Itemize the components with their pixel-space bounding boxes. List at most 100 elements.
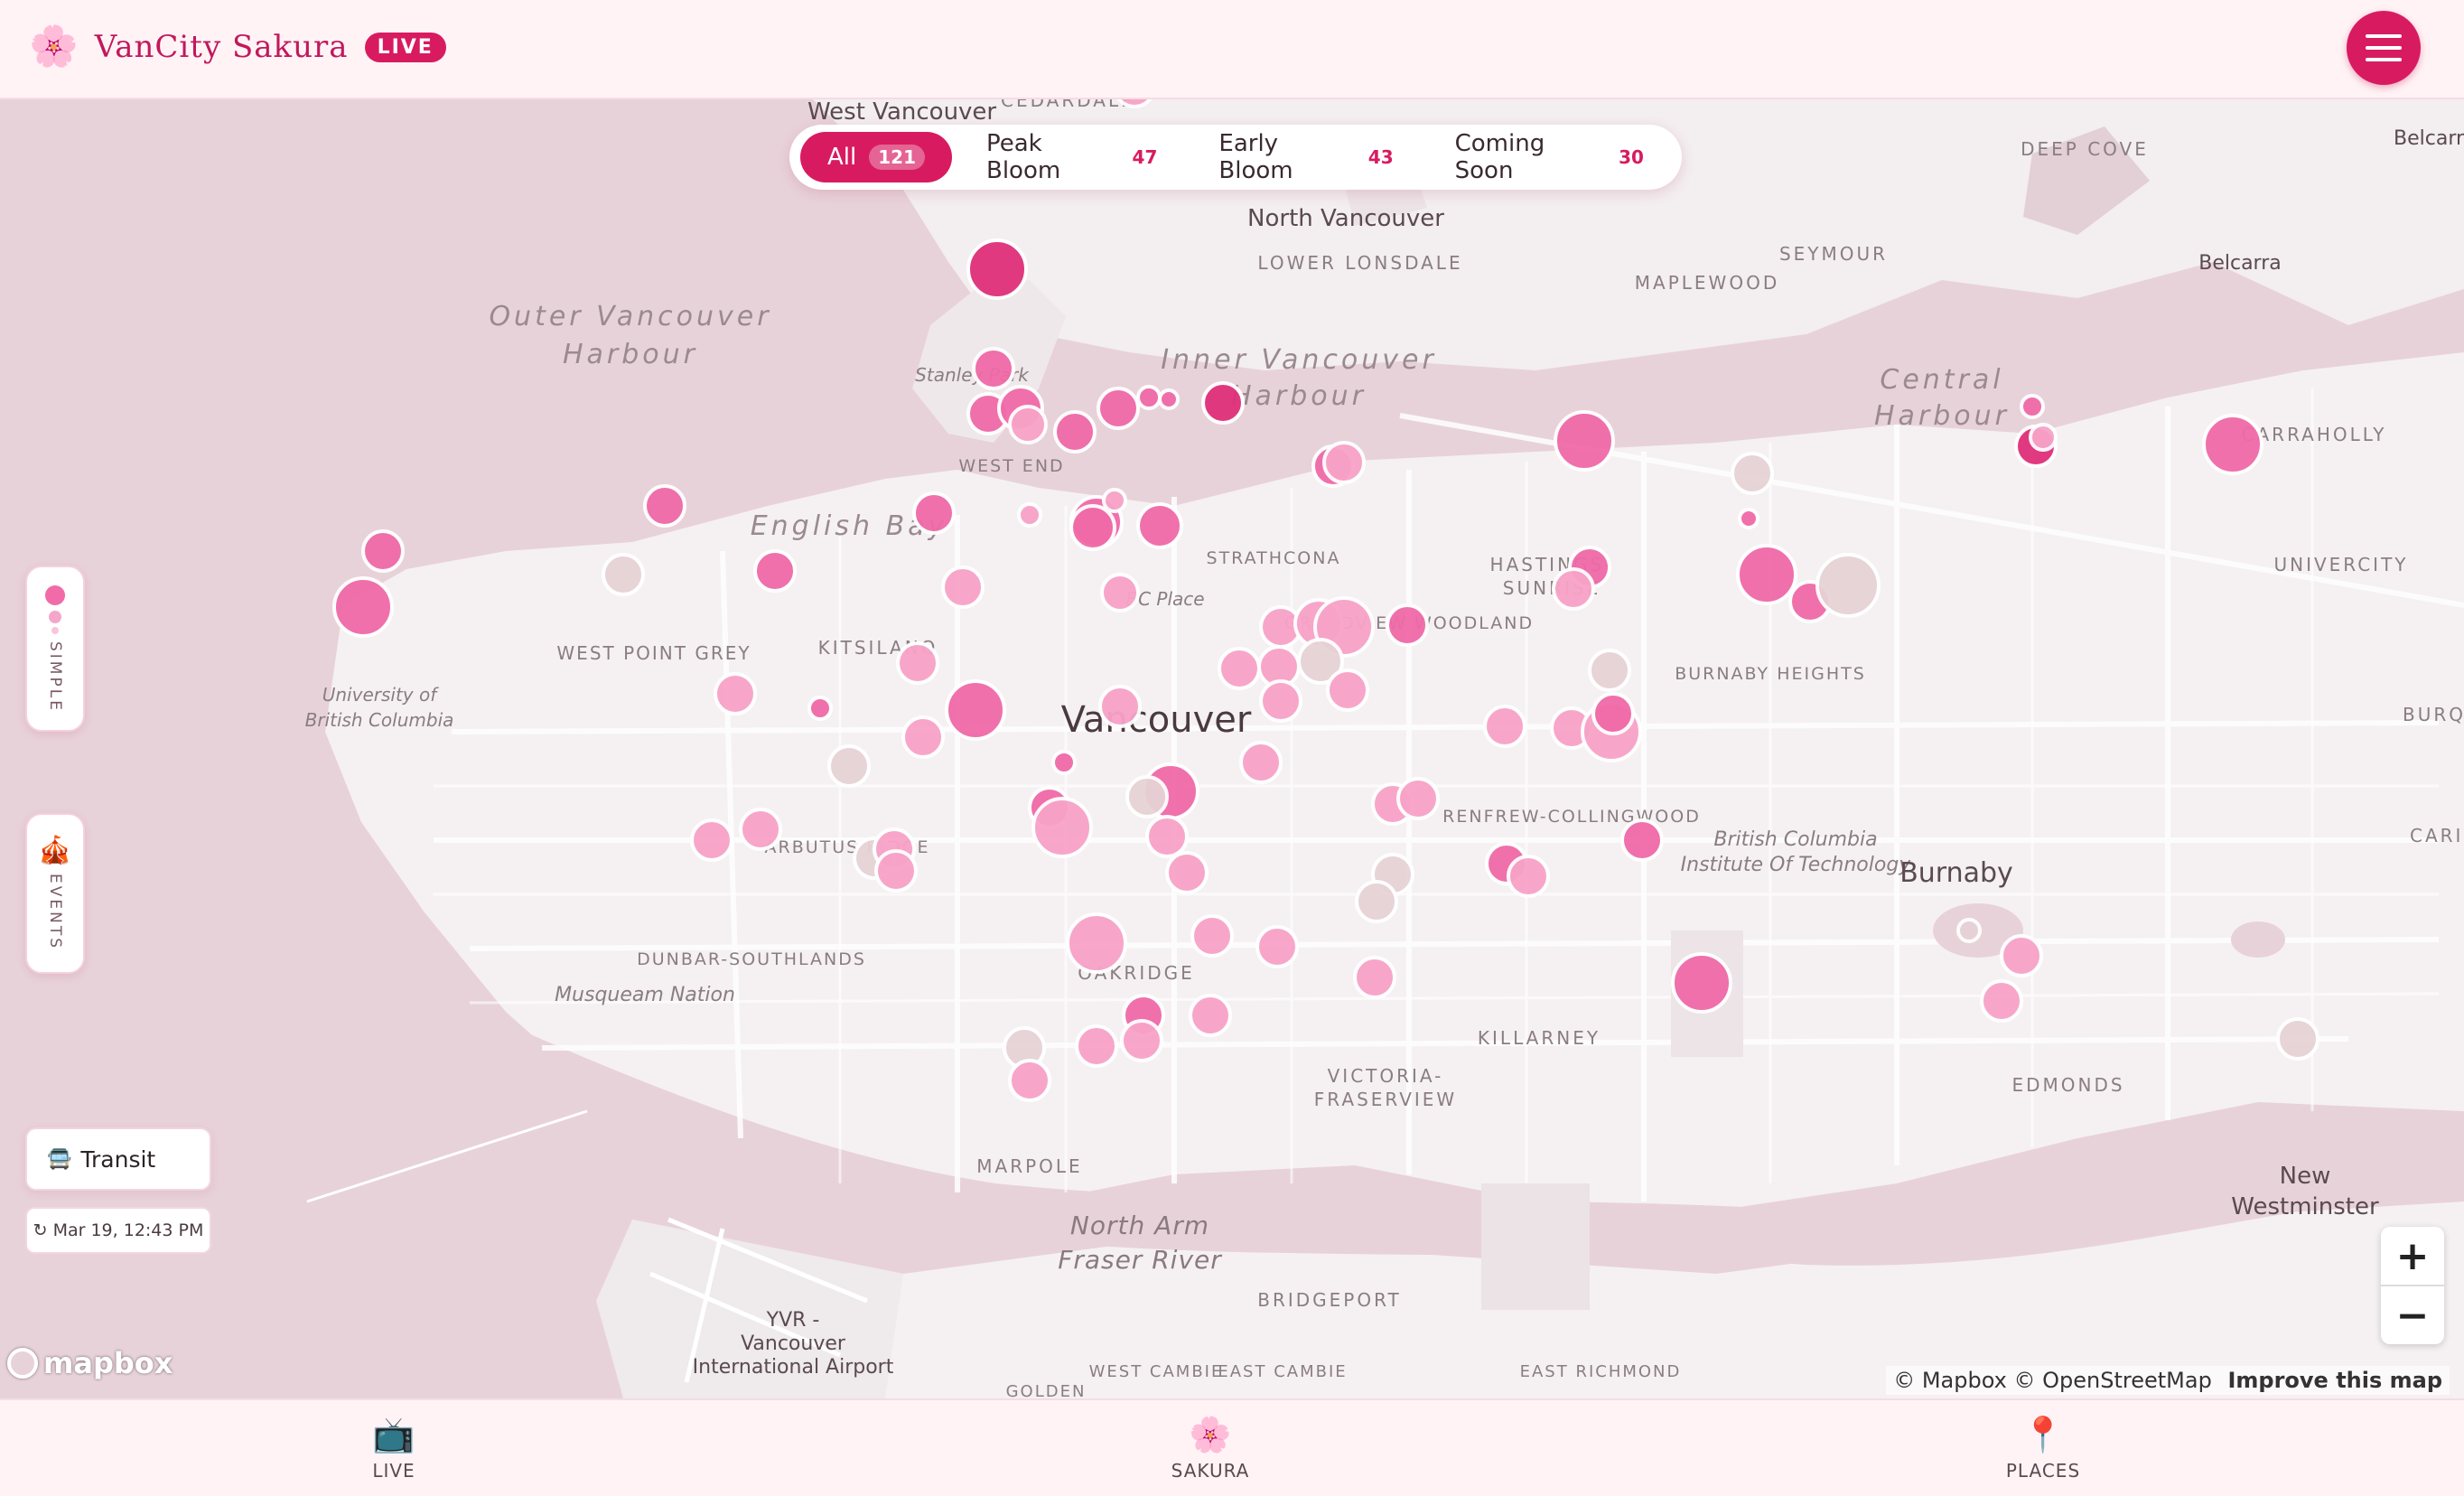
blossom-marker[interactable] — [1053, 410, 1097, 453]
blossom-marker[interactable] — [827, 744, 871, 788]
app-header: 🌸 VanCity Sakura LIVE — [0, 0, 2464, 99]
blossom-marker[interactable] — [1956, 918, 1982, 943]
blossom-marker[interactable] — [1620, 818, 1664, 862]
blossom-marker[interactable] — [1239, 741, 1283, 784]
blossom-marker[interactable] — [1591, 692, 1635, 735]
filter-label: All — [827, 144, 857, 171]
blossom-marker[interactable] — [1552, 567, 1595, 611]
filter-count: 43 — [1367, 146, 1394, 168]
blossom-marker[interactable] — [1136, 502, 1183, 549]
blossom-marker[interactable] — [1066, 912, 1127, 974]
blossom-marker[interactable] — [2276, 1017, 2319, 1061]
blossom-marker[interactable] — [332, 576, 394, 638]
blossom-marker[interactable] — [1396, 777, 1440, 820]
mapbox-attribution-link[interactable]: © Mapbox — [1893, 1368, 2007, 1393]
blossom-marker[interactable] — [1008, 1059, 1051, 1102]
blossom-marker[interactable] — [1507, 855, 1550, 898]
map-attribution: © Mapbox © OpenStreetMap Improve this ma… — [1886, 1366, 2450, 1395]
blossom-marker[interactable] — [1008, 405, 1048, 444]
blossom-marker[interactable] — [643, 484, 686, 528]
nav-item-sakura[interactable]: 🌸 SAKURA — [1129, 1415, 1292, 1482]
blossom-marker[interactable] — [1145, 815, 1189, 858]
blossom-marker[interactable] — [753, 549, 797, 593]
blossom-marker[interactable] — [1158, 388, 1180, 410]
cherry-blossom-icon: 🌸 — [29, 23, 79, 70]
blossom-marker[interactable] — [1031, 797, 1093, 858]
blossom-marker[interactable] — [361, 529, 405, 573]
blossom-marker[interactable] — [972, 347, 1015, 390]
blossom-marker[interactable] — [1190, 914, 1234, 958]
television-icon: 📺 — [372, 1415, 415, 1454]
osm-attribution-link[interactable]: © OpenStreetMap — [2014, 1368, 2212, 1393]
blossom-marker[interactable] — [1736, 544, 1797, 605]
blossom-marker[interactable] — [1125, 775, 1169, 818]
blossom-marker[interactable] — [901, 715, 945, 759]
blossom-marker[interactable] — [2000, 934, 2043, 977]
mapbox-logo[interactable]: mapbox — [7, 1346, 173, 1380]
blossom-marker[interactable] — [1554, 410, 1615, 472]
map-canvas[interactable]: West Vancouver CEDARDALE North Vancouver… — [0, 99, 2464, 1398]
blossom-marker[interactable] — [1386, 603, 1429, 647]
blossom-marker[interactable] — [1731, 452, 1774, 495]
filter-chip-early-bloom[interactable]: Early Bloom 43 — [1191, 130, 1420, 184]
nav-item-places[interactable]: 📍 PLACES — [1962, 1415, 2124, 1482]
blossom-marker[interactable] — [1671, 952, 1732, 1014]
blossom-marker[interactable] — [1738, 508, 1759, 529]
blossom-marker[interactable] — [1353, 956, 1396, 999]
blossom-marker[interactable] — [1218, 647, 1261, 690]
blossom-marker[interactable] — [1069, 504, 1116, 551]
blossom-marker[interactable] — [1322, 441, 1366, 484]
blossom-marker[interactable] — [941, 566, 985, 609]
blossom-marker[interactable] — [966, 238, 1028, 300]
blossom-marker[interactable] — [739, 808, 782, 851]
blossom-marker[interactable] — [1326, 669, 1369, 712]
zoom-in-button[interactable]: + — [2381, 1227, 2444, 1285]
filter-chip-peak-bloom[interactable]: Peak Bloom 47 — [959, 130, 1184, 184]
bloom-filter-bar: All 121 Peak Bloom 47 Early Bloom 43 Com… — [789, 125, 1682, 190]
blossom-marker[interactable] — [1259, 679, 1302, 723]
improve-map-link[interactable]: Improve this map — [2227, 1368, 2442, 1393]
blossom-marker[interactable] — [1100, 573, 1140, 612]
blossom-marker[interactable] — [1483, 705, 1526, 748]
blossom-marker[interactable] — [1588, 649, 1631, 692]
blossom-marker[interactable] — [1815, 553, 1881, 618]
nav-item-live[interactable]: 📺 LIVE — [313, 1415, 475, 1482]
last-updated-timestamp[interactable]: ↻ Mar 19, 12:43 PM — [25, 1207, 211, 1254]
blossom-marker[interactable] — [1165, 851, 1209, 894]
blossom-marker[interactable] — [602, 553, 645, 596]
blossom-marker[interactable] — [1120, 1019, 1163, 1062]
blossom-marker[interactable] — [1075, 1024, 1118, 1068]
filter-chip-all[interactable]: All 121 — [800, 132, 952, 182]
blossom-marker[interactable] — [912, 491, 956, 535]
transit-button[interactable]: 🚍 Transit — [25, 1127, 211, 1191]
blossom-marker[interactable] — [1136, 385, 1162, 410]
blossom-marker[interactable] — [1201, 381, 1245, 425]
events-toggle[interactable]: 🎪 EVENTS — [25, 813, 85, 974]
blossom-marker[interactable] — [945, 679, 1006, 741]
simple-view-toggle[interactable]: SIMPLE — [25, 566, 85, 732]
blossom-marker[interactable] — [690, 818, 733, 862]
blossom-marker[interactable] — [2202, 414, 2263, 475]
nav-label: LIVE — [372, 1460, 415, 1482]
blossom-marker[interactable] — [1017, 502, 1042, 528]
nav-label: SAKURA — [1171, 1460, 1250, 1482]
blossom-marker[interactable] — [1115, 99, 1154, 108]
blossom-marker[interactable] — [1980, 979, 2023, 1023]
blossom-marker[interactable] — [874, 849, 918, 893]
blossom-marker[interactable] — [1189, 994, 1232, 1037]
blossom-marker[interactable] — [714, 672, 757, 715]
blossom-marker[interactable] — [1255, 925, 1299, 968]
menu-button[interactable] — [2347, 11, 2421, 85]
blossom-marker[interactable] — [1051, 750, 1077, 775]
filter-chip-coming-soon[interactable]: Coming Soon 30 — [1428, 130, 1671, 184]
brand[interactable]: 🌸 VanCity Sakura LIVE — [29, 23, 446, 70]
blossom-marker[interactable] — [807, 696, 833, 721]
blossom-marker[interactable] — [1098, 685, 1142, 728]
blossom-marker[interactable] — [1355, 880, 1398, 923]
blossom-marker[interactable] — [2020, 394, 2045, 419]
blossom-marker[interactable] — [2029, 423, 2058, 452]
blossom-marker[interactable] — [1097, 387, 1140, 430]
zoom-out-button[interactable]: − — [2381, 1285, 2444, 1344]
blossom-marker[interactable] — [896, 641, 939, 685]
blossom-marker[interactable] — [1102, 488, 1127, 513]
